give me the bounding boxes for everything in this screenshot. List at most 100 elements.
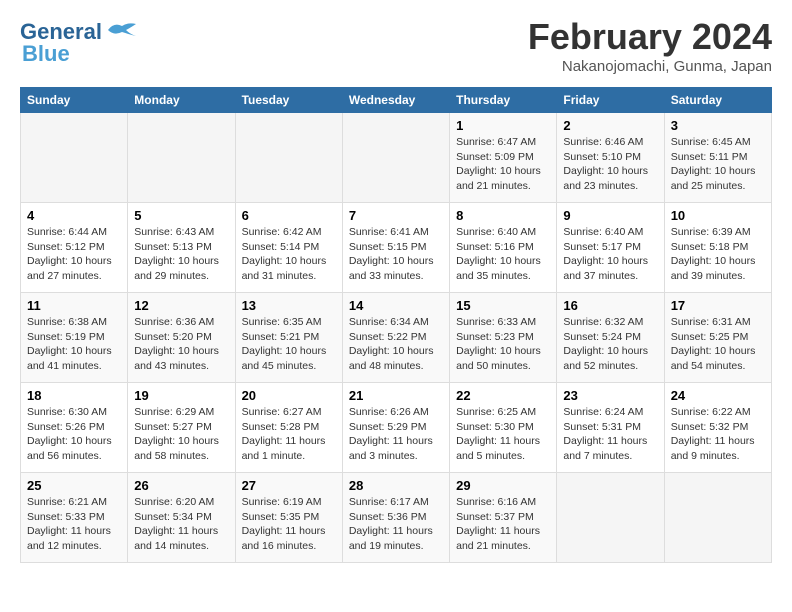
calendar-cell: 18 Sunrise: 6:30 AM Sunset: 5:26 PM Dayli… — [21, 383, 128, 473]
calendar-cell: 5Sunrise: 6:43 AM Sunset: 5:13 PM Daylig… — [128, 203, 235, 293]
calendar-cell: 28Sunrise: 6:17 AM Sunset: 5:36 PM Dayli… — [342, 473, 449, 563]
day-info: Sunrise: 6:24 AM Sunset: 5:31 PM Dayligh… — [563, 405, 657, 464]
day-info: Sunrise: 6:29 AM Sunset: 5:27 PM Dayligh… — [134, 405, 228, 464]
day-info: Sunrise: 6:30 AM Sunset: 5:26 PM Dayligh… — [27, 405, 121, 464]
day-number: 15 — [456, 298, 550, 313]
day-number: 18 — [27, 388, 121, 403]
weekday-header-wednesday: Wednesday — [342, 88, 449, 113]
calendar-cell: 26 Sunrise: 6:20 AM Sunset: 5:34 PM Dayli… — [128, 473, 235, 563]
weekday-header-tuesday: Tuesday — [235, 88, 342, 113]
day-info: Sunrise: 6:41 AM Sunset: 5:15 PM Dayligh… — [349, 225, 443, 284]
calendar-week-row: 25 Sunrise: 6:21 AM Sunset: 5:33 PM Dayli… — [21, 473, 772, 563]
day-number: 6 — [242, 208, 336, 223]
day-info: Sunrise: 6:44 AM Sunset: 5:12 PM Dayligh… — [27, 225, 121, 284]
calendar-cell: 13 Sunrise: 6:35 AM Sunset: 5:21 PM Dayli… — [235, 293, 342, 383]
calendar-week-row: 4 Sunrise: 6:44 AM Sunset: 5:12 PM Daylig… — [21, 203, 772, 293]
day-info: Sunrise: 6:36 AM Sunset: 5:20 PM Dayligh… — [134, 315, 228, 374]
day-info: Sunrise: 6:40 AM Sunset: 5:17 PM Dayligh… — [563, 225, 657, 284]
calendar-cell — [557, 473, 664, 563]
calendar-cell: 25 Sunrise: 6:21 AM Sunset: 5:33 PM Dayli… — [21, 473, 128, 563]
day-number: 2 — [563, 118, 657, 133]
day-info: Sunrise: 6:35 AM Sunset: 5:21 PM Dayligh… — [242, 315, 336, 374]
day-number: 9 — [563, 208, 657, 223]
day-info: Sunrise: 6:27 AM Sunset: 5:28 PM Dayligh… — [242, 405, 336, 464]
calendar-table: SundayMondayTuesdayWednesdayThursdayFrid… — [20, 87, 772, 563]
calendar-week-row: 1 Sunrise: 6:47 AM Sunset: 5:09 PM Daylig… — [21, 113, 772, 203]
day-number: 10 — [671, 208, 765, 223]
day-info: Sunrise: 6:19 AM Sunset: 5:35 PM Dayligh… — [242, 495, 336, 554]
calendar-cell: 22 Sunrise: 6:25 AM Sunset: 5:30 PM Dayli… — [450, 383, 557, 473]
day-number: 8 — [456, 208, 550, 223]
day-info: Sunrise: 6:33 AM Sunset: 5:23 PM Dayligh… — [456, 315, 550, 374]
day-info: Sunrise: 6:16 AM Sunset: 5:37 PM Dayligh… — [456, 495, 550, 554]
day-info: Sunrise: 6:40 AM Sunset: 5:16 PM Dayligh… — [456, 225, 550, 284]
day-number: 29 — [456, 478, 550, 493]
day-number: 23 — [563, 388, 657, 403]
day-number: 11 — [27, 298, 121, 313]
calendar-cell: 15 Sunrise: 6:33 AM Sunset: 5:23 PM Dayli… — [450, 293, 557, 383]
day-info: Sunrise: 6:39 AM Sunset: 5:18 PM Dayligh… — [671, 225, 765, 284]
day-number: 21 — [349, 388, 443, 403]
calendar-cell: 6 Sunrise: 6:42 AM Sunset: 5:14 PM Daylig… — [235, 203, 342, 293]
month-title: February 2024 — [528, 16, 772, 58]
day-number: 26 — [134, 478, 228, 493]
day-number: 1 — [456, 118, 550, 133]
logo-blue-text: Blue — [22, 41, 70, 67]
day-info: Sunrise: 6:34 AM Sunset: 5:22 PM Dayligh… — [349, 315, 443, 374]
calendar-cell: 17Sunrise: 6:31 AM Sunset: 5:25 PM Dayli… — [664, 293, 771, 383]
calendar-cell: 27 Sunrise: 6:19 AM Sunset: 5:35 PM Dayli… — [235, 473, 342, 563]
day-number: 27 — [242, 478, 336, 493]
day-number: 22 — [456, 388, 550, 403]
calendar-cell — [21, 113, 128, 203]
calendar-cell: 16Sunrise: 6:32 AM Sunset: 5:24 PM Dayli… — [557, 293, 664, 383]
weekday-header-saturday: Saturday — [664, 88, 771, 113]
day-number: 19 — [134, 388, 228, 403]
day-info: Sunrise: 6:21 AM Sunset: 5:33 PM Dayligh… — [27, 495, 121, 554]
title-block: February 2024 Nakanojomachi, Gunma, Japa… — [528, 16, 772, 75]
day-number: 3 — [671, 118, 765, 133]
day-info: Sunrise: 6:47 AM Sunset: 5:09 PM Dayligh… — [456, 135, 550, 194]
calendar-cell: 20 Sunrise: 6:27 AM Sunset: 5:28 PM Dayli… — [235, 383, 342, 473]
weekday-header-monday: Monday — [128, 88, 235, 113]
day-number: 7 — [349, 208, 443, 223]
page-header: General Blue February 2024 Nakanojomachi… — [20, 16, 772, 75]
day-info: Sunrise: 6:26 AM Sunset: 5:29 PM Dayligh… — [349, 405, 443, 464]
day-info: Sunrise: 6:22 AM Sunset: 5:32 PM Dayligh… — [671, 405, 765, 464]
calendar-cell: 7 Sunrise: 6:41 AM Sunset: 5:15 PM Daylig… — [342, 203, 449, 293]
day-number: 16 — [563, 298, 657, 313]
calendar-cell: 19 Sunrise: 6:29 AM Sunset: 5:27 PM Dayli… — [128, 383, 235, 473]
calendar-cell: 12 Sunrise: 6:36 AM Sunset: 5:20 PM Dayli… — [128, 293, 235, 383]
day-info: Sunrise: 6:25 AM Sunset: 5:30 PM Dayligh… — [456, 405, 550, 464]
logo: General Blue — [20, 20, 138, 67]
day-info: Sunrise: 6:20 AM Sunset: 5:34 PM Dayligh… — [134, 495, 228, 554]
calendar-week-row: 18 Sunrise: 6:30 AM Sunset: 5:26 PM Dayli… — [21, 383, 772, 473]
calendar-cell: 11Sunrise: 6:38 AM Sunset: 5:19 PM Dayli… — [21, 293, 128, 383]
calendar-cell: 2 Sunrise: 6:46 AM Sunset: 5:10 PM Daylig… — [557, 113, 664, 203]
day-number: 17 — [671, 298, 765, 313]
day-number: 4 — [27, 208, 121, 223]
calendar-cell — [664, 473, 771, 563]
calendar-cell: 10 Sunrise: 6:39 AM Sunset: 5:18 PM Dayli… — [664, 203, 771, 293]
day-number: 25 — [27, 478, 121, 493]
day-number: 12 — [134, 298, 228, 313]
day-number: 14 — [349, 298, 443, 313]
calendar-cell — [235, 113, 342, 203]
calendar-cell: 8 Sunrise: 6:40 AM Sunset: 5:16 PM Daylig… — [450, 203, 557, 293]
calendar-cell — [128, 113, 235, 203]
day-number: 13 — [242, 298, 336, 313]
day-number: 20 — [242, 388, 336, 403]
calendar-cell: 4 Sunrise: 6:44 AM Sunset: 5:12 PM Daylig… — [21, 203, 128, 293]
calendar-cell: 24Sunrise: 6:22 AM Sunset: 5:32 PM Dayli… — [664, 383, 771, 473]
day-info: Sunrise: 6:45 AM Sunset: 5:11 PM Dayligh… — [671, 135, 765, 194]
logo-bird-icon — [106, 20, 138, 45]
day-info: Sunrise: 6:42 AM Sunset: 5:14 PM Dayligh… — [242, 225, 336, 284]
calendar-header-row: SundayMondayTuesdayWednesdayThursdayFrid… — [21, 88, 772, 113]
calendar-cell: 9 Sunrise: 6:40 AM Sunset: 5:17 PM Daylig… — [557, 203, 664, 293]
calendar-cell: 23 Sunrise: 6:24 AM Sunset: 5:31 PM Dayli… — [557, 383, 664, 473]
weekday-header-sunday: Sunday — [21, 88, 128, 113]
calendar-cell: 3 Sunrise: 6:45 AM Sunset: 5:11 PM Daylig… — [664, 113, 771, 203]
day-info: Sunrise: 6:46 AM Sunset: 5:10 PM Dayligh… — [563, 135, 657, 194]
weekday-header-thursday: Thursday — [450, 88, 557, 113]
day-number: 28 — [349, 478, 443, 493]
location-title: Nakanojomachi, Gunma, Japan — [528, 58, 772, 75]
